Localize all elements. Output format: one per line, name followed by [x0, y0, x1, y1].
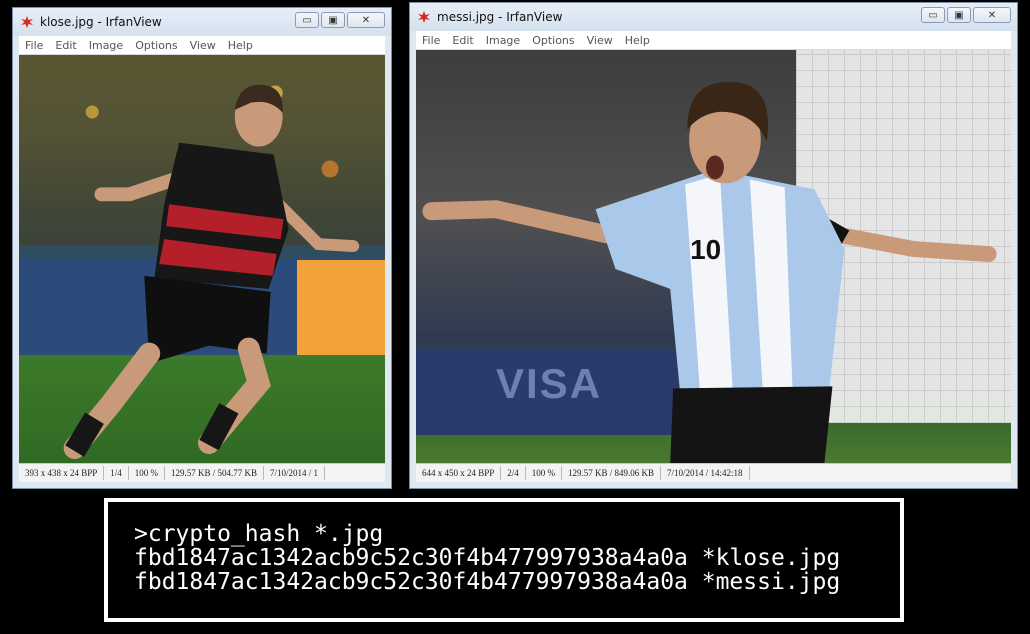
- irfanview-window-messi[interactable]: messi.jpg - IrfanView ▭ ▣ ✕ File Edit Im…: [409, 2, 1018, 489]
- status-date: 7/10/2014 / 1: [264, 466, 326, 480]
- menu-bar: File Edit Image Options View Help: [416, 31, 1011, 50]
- title-bar[interactable]: messi.jpg - IrfanView ▭ ▣ ✕: [410, 3, 1017, 31]
- window-title: klose.jpg - IrfanView: [40, 15, 162, 29]
- photo-player-klose: [63, 84, 360, 460]
- menu-bar: File Edit Image Options View Help: [19, 36, 385, 55]
- menu-file[interactable]: File: [19, 39, 49, 52]
- terminal-command: >crypto_hash *.jpg: [134, 521, 384, 547]
- menu-help[interactable]: Help: [222, 39, 259, 52]
- menu-view[interactable]: View: [184, 39, 222, 52]
- close-button[interactable]: ✕: [347, 12, 385, 28]
- menu-image[interactable]: Image: [83, 39, 129, 52]
- menu-options[interactable]: Options: [526, 34, 580, 47]
- status-zoom: 100 %: [526, 466, 563, 480]
- irfanview-window-klose[interactable]: klose.jpg - IrfanView ▭ ▣ ✕ File Edit Im…: [12, 7, 392, 489]
- menu-edit[interactable]: Edit: [446, 34, 479, 47]
- photo-player-messi: 10: [422, 81, 997, 463]
- irfanview-app-icon: [418, 11, 430, 23]
- menu-options[interactable]: Options: [129, 39, 183, 52]
- title-bar[interactable]: klose.jpg - IrfanView ▭ ▣ ✕: [13, 8, 391, 36]
- status-dimensions: 393 x 438 x 24 BPP: [19, 466, 105, 480]
- status-bar: 393 x 438 x 24 BPP 1/4 100 % 129.57 KB /…: [19, 463, 385, 482]
- image-viewport[interactable]: [19, 55, 385, 463]
- status-zoom: 100 %: [129, 466, 166, 480]
- svg-text:10: 10: [690, 234, 721, 265]
- terminal-panel: >crypto_hash *.jpg fbd1847ac1342acb9c52c…: [104, 498, 904, 622]
- status-dimensions: 644 x 450 x 24 BPP: [416, 466, 502, 480]
- menu-image[interactable]: Image: [480, 34, 526, 47]
- menu-help[interactable]: Help: [619, 34, 656, 47]
- menu-view[interactable]: View: [581, 34, 619, 47]
- status-filesize: 129.57 KB / 504.77 KB: [165, 466, 265, 480]
- terminal-hash-messi: fbd1847ac1342acb9c52c30f4b477997938a4a0a…: [134, 569, 841, 595]
- maximize-button[interactable]: ▣: [947, 7, 971, 23]
- menu-file[interactable]: File: [416, 34, 446, 47]
- close-button[interactable]: ✕: [973, 7, 1011, 23]
- minimize-button[interactable]: ▭: [921, 7, 945, 23]
- minimize-button[interactable]: ▭: [295, 12, 319, 28]
- menu-edit[interactable]: Edit: [49, 39, 82, 52]
- status-bar: 644 x 450 x 24 BPP 2/4 100 % 129.57 KB /…: [416, 463, 1011, 482]
- maximize-button[interactable]: ▣: [321, 12, 345, 28]
- status-date: 7/10/2014 / 14:42:18: [661, 466, 750, 480]
- status-filesize: 129.57 KB / 849.06 KB: [562, 466, 662, 480]
- irfanview-app-icon: [21, 16, 33, 28]
- status-index: 1/4: [104, 466, 129, 480]
- window-title: messi.jpg - IrfanView: [437, 10, 563, 24]
- image-viewport[interactable]: VISA 10: [416, 50, 1011, 463]
- terminal-hash-klose: fbd1847ac1342acb9c52c30f4b477997938a4a0a…: [134, 545, 841, 571]
- status-index: 2/4: [501, 466, 526, 480]
